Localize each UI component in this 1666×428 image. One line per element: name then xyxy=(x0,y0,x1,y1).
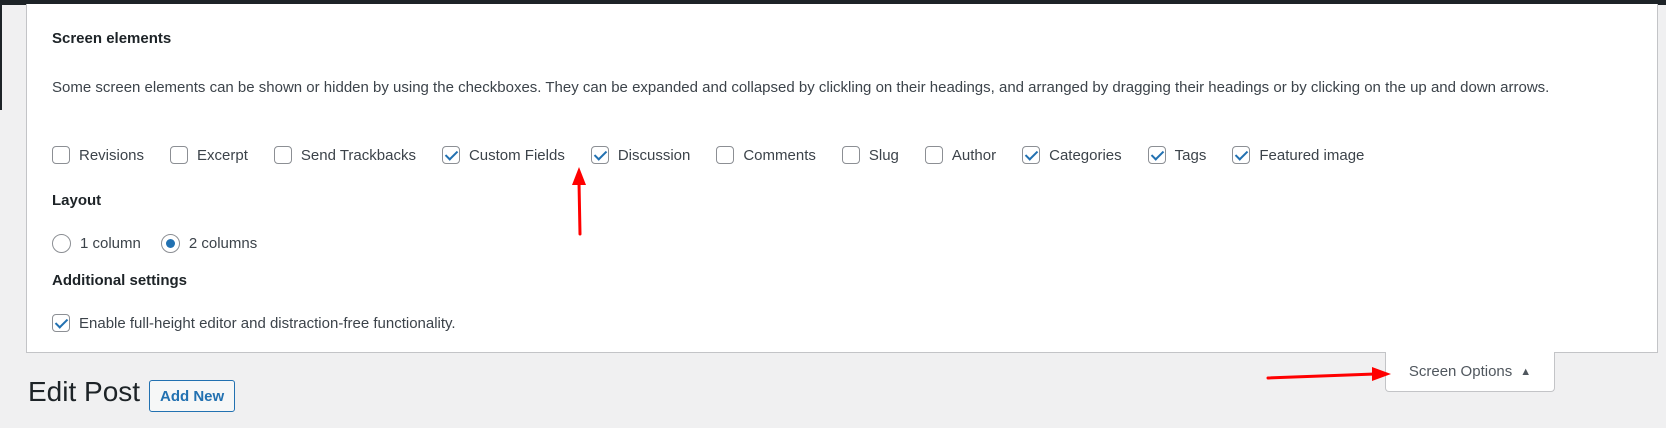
checkbox-slug[interactable]: Slug xyxy=(841,146,899,164)
checkbox-label: Featured image xyxy=(1259,146,1365,164)
checkbox[interactable] xyxy=(441,146,460,164)
checkbox[interactable] xyxy=(52,146,70,164)
checkbox[interactable] xyxy=(273,146,292,164)
triangle-up-icon: ▲ xyxy=(1520,365,1532,378)
checkbox[interactable] xyxy=(841,146,860,164)
radio-label: 1 column xyxy=(80,235,141,252)
checkbox[interactable] xyxy=(1022,146,1041,164)
radio-button[interactable] xyxy=(52,234,71,253)
checkbox[interactable] xyxy=(1147,146,1166,164)
radio-button[interactable] xyxy=(160,234,180,253)
admin-side-bar-edge xyxy=(0,5,2,110)
radio-2-columns[interactable]: 2 columns xyxy=(160,234,258,253)
screen-elements-checkboxes: Revisions Excerpt Send Trackbacks Custom… xyxy=(52,146,1390,164)
checkbox-excerpt[interactable]: Excerpt xyxy=(170,146,248,164)
additional-settings-title: Additional settings xyxy=(52,272,187,289)
checkbox-label: Enable full-height editor and distractio… xyxy=(79,314,456,332)
checkbox-label: Tags xyxy=(1174,146,1207,164)
screen-options-label: Screen Options xyxy=(1408,363,1513,380)
checkbox-categories[interactable]: Categories xyxy=(1022,146,1122,164)
checkbox-label: Categories xyxy=(1049,146,1122,164)
checkbox-comments[interactable]: Comments xyxy=(716,146,816,164)
checkbox-send-trackbacks[interactable]: Send Trackbacks xyxy=(273,146,416,164)
checkbox-custom-fields[interactable]: Custom Fields xyxy=(441,146,565,164)
screen-elements-description: Some screen elements can be shown or hid… xyxy=(52,79,1550,96)
screen-elements-title: Screen elements xyxy=(52,30,172,47)
layout-title: Layout xyxy=(52,192,102,209)
checkbox-tags[interactable]: Tags xyxy=(1147,146,1207,164)
layout-radios: 1 column 2 columns xyxy=(52,234,277,253)
checkbox[interactable] xyxy=(52,314,70,332)
page-title: Edit Post xyxy=(28,376,141,407)
checkbox-revisions[interactable]: Revisions xyxy=(52,146,144,164)
screen-options-panel: Screen elements Some screen elements can… xyxy=(26,4,1658,353)
checkbox-label: Comments xyxy=(743,146,816,164)
checkbox-label: Send Trackbacks xyxy=(300,146,416,164)
radio-label: 2 columns xyxy=(188,235,258,252)
checkbox-label: Slug xyxy=(868,146,899,164)
screen-options-button[interactable]: Screen Options ▲ xyxy=(1385,352,1555,392)
checkbox[interactable] xyxy=(1232,146,1251,164)
checkbox-label: Custom Fields xyxy=(468,146,565,164)
radio-1-column[interactable]: 1 column xyxy=(52,234,141,253)
checkbox[interactable] xyxy=(590,146,609,164)
annotation-arrow-screen-options xyxy=(1266,367,1391,381)
checkbox-label: Revisions xyxy=(79,146,145,164)
checkbox-full-height-editor[interactable]: Enable full-height editor and distractio… xyxy=(52,314,456,332)
checkbox-author[interactable]: Author xyxy=(924,146,997,164)
add-new-button[interactable]: Add New xyxy=(149,380,236,412)
checkbox-label: Author xyxy=(951,146,997,164)
checkbox-featured-image[interactable]: Featured image xyxy=(1232,146,1364,164)
checkbox-label: Excerpt xyxy=(197,146,248,164)
checkbox-label: Discussion xyxy=(617,146,691,164)
checkbox[interactable] xyxy=(924,146,943,164)
checkbox[interactable] xyxy=(716,146,735,164)
checkbox-discussion[interactable]: Discussion xyxy=(590,146,691,164)
checkbox[interactable] xyxy=(170,146,189,164)
